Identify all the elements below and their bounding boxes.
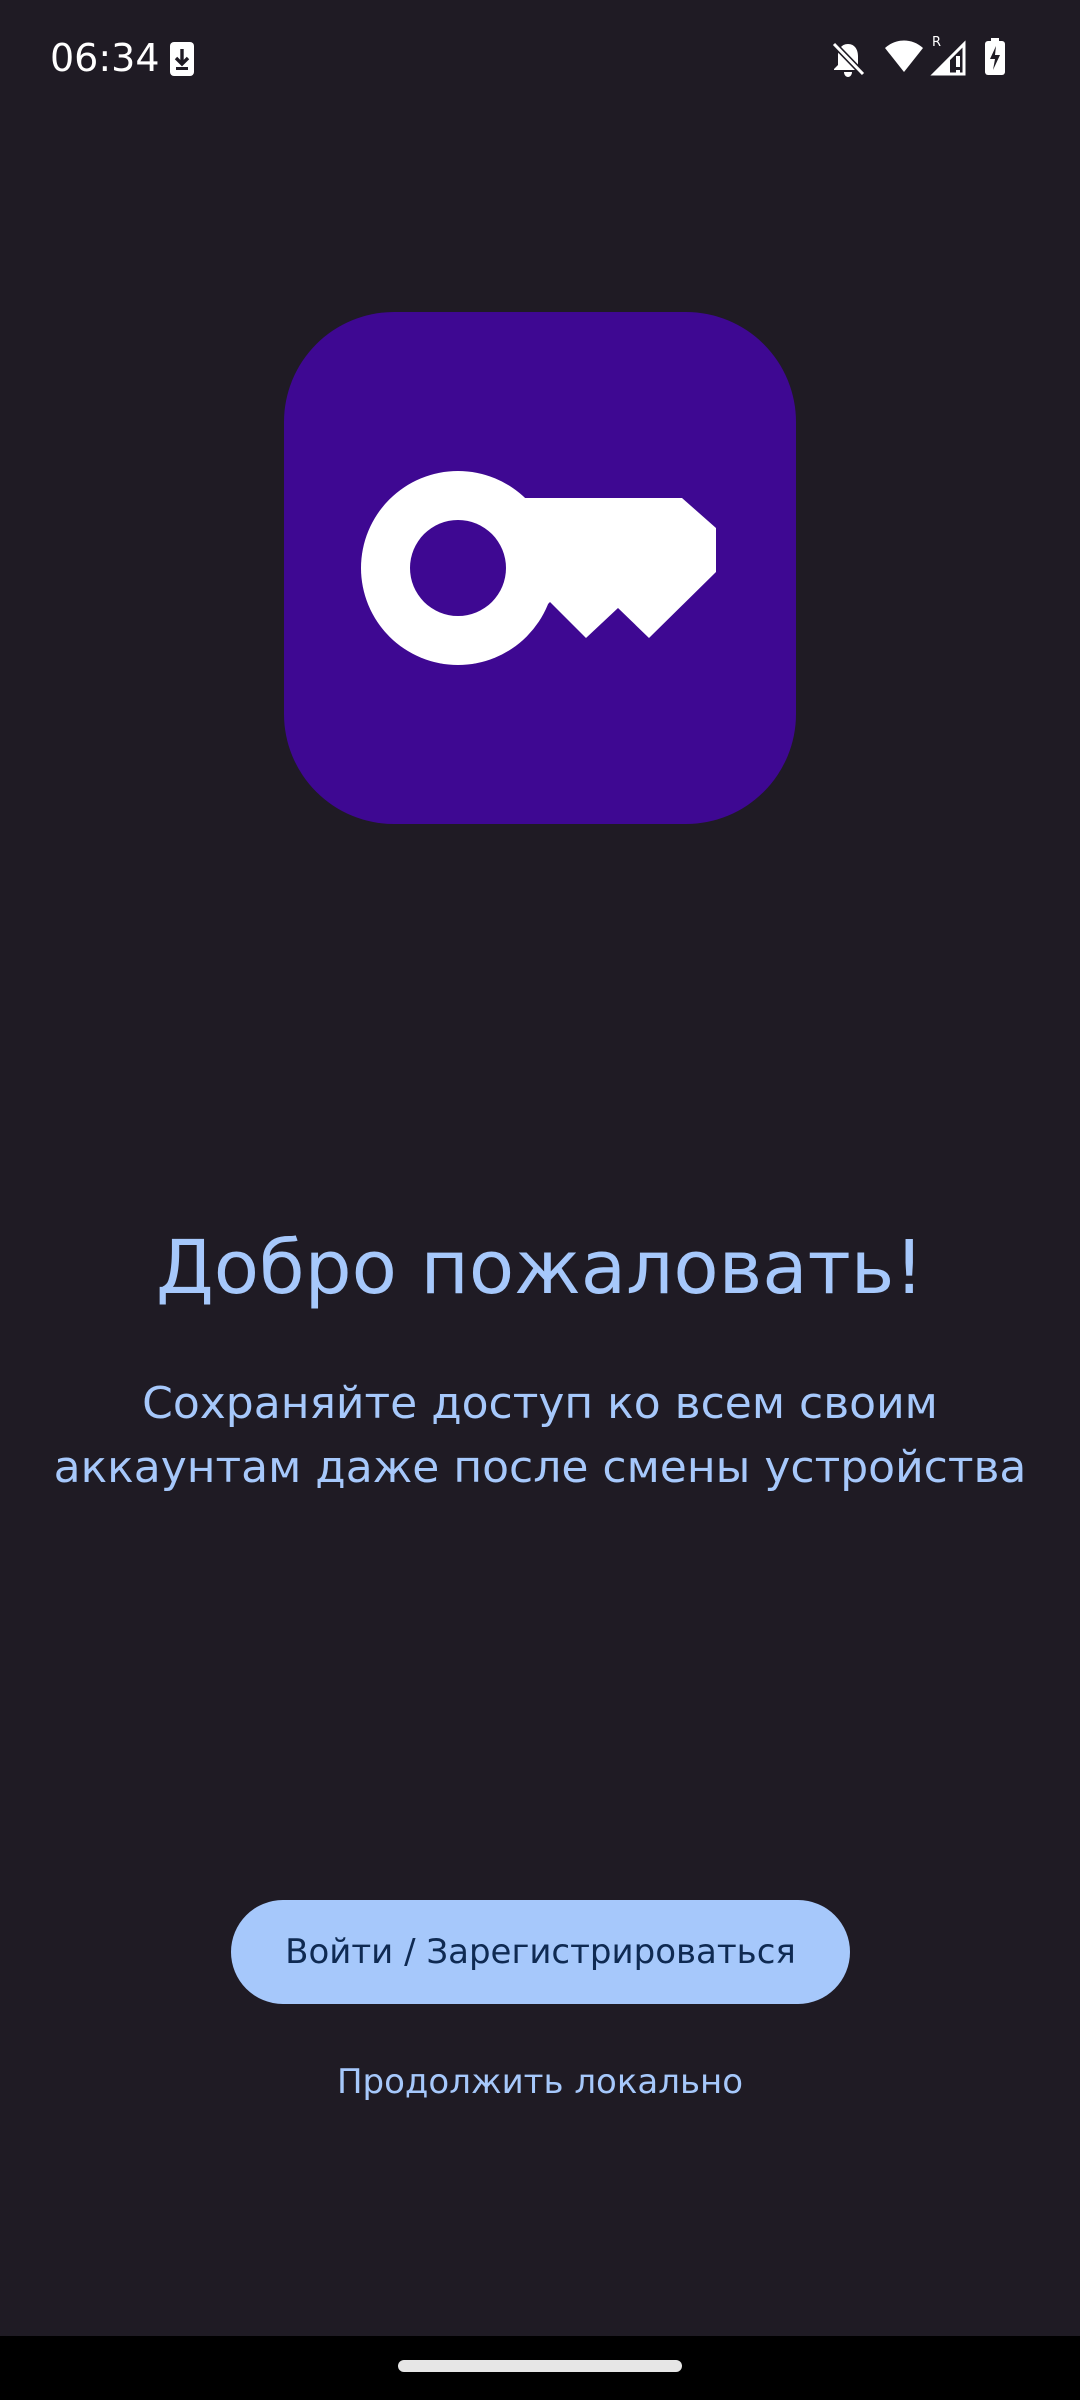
app-logo xyxy=(284,312,796,824)
welcome-screen: 06:34 R Добро пожаловать! Сохраняйте дос… xyxy=(0,0,1080,2400)
download-icon xyxy=(168,40,196,83)
notifications-off-icon xyxy=(830,40,866,83)
roaming-label: R xyxy=(932,35,941,50)
key-icon xyxy=(361,471,716,665)
welcome-subtitle: Сохраняйте доступ ко всем своим аккаунта… xyxy=(53,1378,1027,1493)
signal-roaming-icon: R xyxy=(930,34,970,81)
welcome-title: Добро пожаловать! xyxy=(155,1225,925,1311)
status-time: 06:34 xyxy=(50,36,160,80)
battery-charging-icon xyxy=(984,38,1006,81)
home-gesture-handle[interactable] xyxy=(398,2360,682,2372)
navigation-bar xyxy=(0,2336,1080,2400)
wifi-icon xyxy=(884,38,924,79)
login-register-button[interactable]: Войти / Зарегистрироваться xyxy=(231,1900,850,2004)
status-bar: 06:34 R xyxy=(0,0,1080,120)
continue-locally-button[interactable]: Продолжить локально xyxy=(240,2052,840,2112)
